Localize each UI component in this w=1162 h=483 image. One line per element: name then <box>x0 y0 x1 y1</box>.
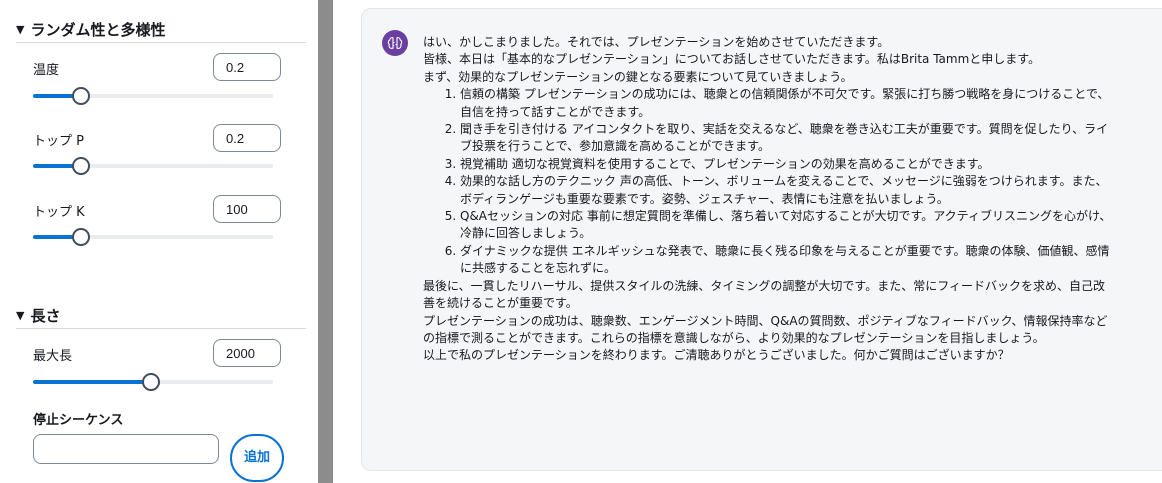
list-item: 聞き手を引き付ける アイコンタクトを取り、実話を交えるなど、聴衆を巻き込む工夫が… <box>460 121 1113 156</box>
max-length-input[interactable]: 2000 <box>213 339 281 367</box>
message-line: 皆様、本日は「基本的なプレゼンテーション」についてお話しさせていただきます。私は… <box>423 52 1041 67</box>
top-k-input[interactable]: 100 <box>213 195 281 223</box>
slider-thumb[interactable] <box>72 157 90 175</box>
slider-thumb[interactable] <box>72 228 90 246</box>
slider-thumb[interactable] <box>141 373 160 391</box>
caret-down-icon: ▼ <box>16 309 25 322</box>
randomness-section-header[interactable]: ▼ ランダム性と多様性 <box>16 19 165 40</box>
section-divider <box>16 42 306 43</box>
message-line: プレゼンテーションの成功は、聴衆数、エンゲージメント時間、Q&Aの質問数、ポジテ… <box>423 313 1108 345</box>
assistant-message: はい、かしこまりました。それでは、プレゼンテーションを始めさせていただきます。 … <box>423 34 1113 365</box>
temperature-slider[interactable] <box>33 87 273 105</box>
message-line: はい、かしこまりました。それでは、プレゼンテーションを始めさせていただきます。 <box>423 35 890 49</box>
message-line: 最後に、一貫したリハーサル、提供スタイルの洗練、タイミングの調整が大切です。また… <box>423 278 1105 311</box>
length-section-header[interactable]: ▼ 長さ <box>16 305 60 326</box>
stop-sequence-input[interactable] <box>33 434 219 464</box>
caret-down-icon: ▼ <box>16 23 25 36</box>
list-item: Q&Aセッションの対応 事前に想定質問を準備し、落ち着いて対応することが大切です… <box>460 208 1113 243</box>
stop-sequence-label: 停止シーケンス <box>33 413 124 428</box>
section-divider <box>16 328 306 329</box>
max-length-slider[interactable] <box>33 373 273 391</box>
list-item: 信頼の構築 プレゼンテーションの成功には、聴衆との信頼関係が不可欠です。緊張に打… <box>460 86 1113 121</box>
key-elements-list: 信頼の構築 プレゼンテーションの成功には、聴衆との信頼関係が不可欠です。緊張に打… <box>423 86 1113 277</box>
length-section-title: 長さ <box>30 307 61 325</box>
top-p-input[interactable]: 0.2 <box>213 124 281 152</box>
list-item: ダイナミックな提供 エネルギッシュな発表で、聴衆に長く残る印象を与えることが重要… <box>460 243 1113 278</box>
temperature-label: 温度 <box>33 63 60 78</box>
splitter-gap <box>333 0 342 483</box>
top-k-label: トップ K <box>33 205 85 220</box>
top-p-slider[interactable] <box>33 157 273 175</box>
top-p-label: トップ P <box>33 134 84 149</box>
brain-icon <box>382 30 408 56</box>
message-line: 以上で私のプレゼンテーションを終わります。ご清聴ありがとうございました。何かご質… <box>423 348 1010 363</box>
slider-thumb[interactable] <box>72 87 90 105</box>
top-k-slider[interactable] <box>33 228 273 246</box>
list-item: 効果的な話し方のテクニック 声の高低、トーン、ボリュームを変えることで、メッセー… <box>460 173 1113 208</box>
temperature-input[interactable]: 0.2 <box>213 53 281 81</box>
chat-message-container: はい、かしこまりました。それでは、プレゼンテーションを始めさせていただきます。 … <box>361 8 1162 471</box>
settings-panel: ▼ ランダム性と多様性 温度 0.2 トップ P 0.2 トップ K 100 ▼… <box>0 0 318 483</box>
randomness-section-title: ランダム性と多様性 <box>30 21 166 39</box>
message-line: まず、効果的なプレゼンテーションの鍵となる要素について見ていきましょう。 <box>423 69 853 84</box>
add-stop-sequence-button[interactable]: 追加 <box>230 434 284 482</box>
max-length-label: 最大長 <box>33 349 73 364</box>
list-item: 視覚補助 適切な視覚資料を使用することで、プレゼンテーションの効果を高めることが… <box>460 156 1113 173</box>
panel-splitter[interactable] <box>318 0 333 483</box>
